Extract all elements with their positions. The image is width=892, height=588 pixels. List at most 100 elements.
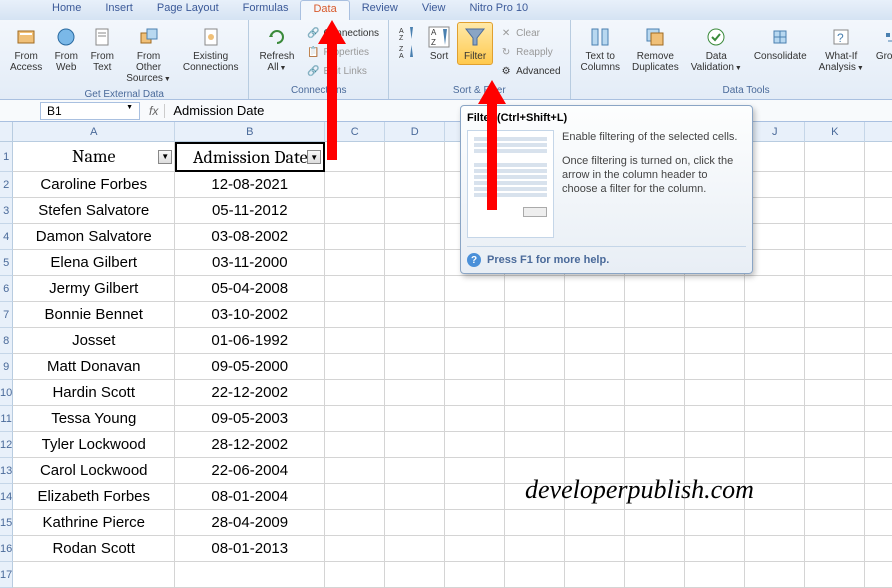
cell[interactable] (565, 380, 625, 406)
cell[interactable]: 12-08-2021 (175, 172, 325, 198)
cell[interactable]: Matt Donavan (13, 354, 175, 380)
row-header[interactable]: 2 (0, 172, 13, 198)
cell[interactable] (385, 562, 445, 588)
cell[interactable] (745, 302, 805, 328)
cell[interactable] (325, 354, 385, 380)
cell[interactable] (805, 432, 865, 458)
cell[interactable] (745, 328, 805, 354)
cell[interactable]: Kathrine Pierce (13, 510, 175, 536)
tab-page-layout[interactable]: Page Layout (145, 0, 231, 20)
cell[interactable] (865, 354, 892, 380)
cell[interactable] (805, 224, 865, 250)
cell[interactable] (385, 484, 445, 510)
cell[interactable] (505, 380, 565, 406)
cell[interactable] (625, 380, 685, 406)
from-text-button[interactable]: From Text (84, 22, 120, 76)
cell[interactable] (745, 172, 805, 198)
cell[interactable] (385, 172, 445, 198)
cell[interactable]: Admission Date▼ (175, 142, 325, 172)
cell[interactable] (865, 380, 892, 406)
cell[interactable] (565, 406, 625, 432)
cell[interactable] (385, 302, 445, 328)
text-to-columns-button[interactable]: Text to Columns (575, 22, 626, 76)
cell[interactable] (745, 458, 805, 484)
cell[interactable] (385, 510, 445, 536)
cell[interactable] (745, 354, 805, 380)
cell[interactable] (745, 276, 805, 302)
column-header[interactable]: A (13, 122, 175, 142)
cell[interactable] (625, 276, 685, 302)
cell[interactable] (685, 276, 745, 302)
cell[interactable] (865, 484, 892, 510)
row-header[interactable]: 12 (0, 432, 13, 458)
cell[interactable] (445, 432, 505, 458)
cell[interactable] (325, 302, 385, 328)
row-header[interactable]: 10 (0, 380, 13, 406)
formula-content[interactable]: Admission Date (165, 103, 272, 118)
row-header[interactable]: 17 (0, 562, 13, 588)
cell[interactable] (865, 276, 892, 302)
cell[interactable] (325, 276, 385, 302)
tab-view[interactable]: View (410, 0, 458, 20)
row-header[interactable]: 14 (0, 484, 13, 510)
cell[interactable]: Caroline Forbes (13, 172, 175, 198)
cell[interactable]: Elena Gilbert (13, 250, 175, 276)
row-header[interactable]: 5 (0, 250, 13, 276)
cell[interactable] (565, 276, 625, 302)
cell[interactable] (325, 484, 385, 510)
cell[interactable] (13, 562, 175, 588)
cell[interactable] (745, 510, 805, 536)
cell[interactable] (625, 510, 685, 536)
cell[interactable] (325, 172, 385, 198)
name-box[interactable]: B1▼ (40, 102, 140, 120)
row-header[interactable]: 16 (0, 536, 13, 562)
cell[interactable] (865, 198, 892, 224)
cell[interactable] (685, 380, 745, 406)
column-header[interactable]: J (745, 122, 805, 142)
cell[interactable] (445, 354, 505, 380)
clear-filter-button[interactable]: ✕Clear (495, 24, 563, 42)
row-header[interactable]: 8 (0, 328, 13, 354)
cell[interactable] (385, 142, 445, 172)
cell[interactable] (805, 302, 865, 328)
cell[interactable] (805, 406, 865, 432)
cell[interactable]: Bonnie Bennet (13, 302, 175, 328)
cell[interactable] (745, 142, 805, 172)
cell[interactable] (865, 142, 892, 172)
cell[interactable] (445, 380, 505, 406)
row-header[interactable]: 7 (0, 302, 13, 328)
cell[interactable] (865, 406, 892, 432)
cell[interactable] (805, 458, 865, 484)
column-header[interactable]: D (385, 122, 445, 142)
cell[interactable]: Elizabeth Forbes (13, 484, 175, 510)
cell[interactable] (565, 536, 625, 562)
cell[interactable] (625, 562, 685, 588)
cell[interactable] (325, 432, 385, 458)
cell[interactable]: 03-10-2002 (175, 302, 325, 328)
cell[interactable] (325, 510, 385, 536)
cell[interactable] (625, 536, 685, 562)
cell[interactable] (565, 328, 625, 354)
cell[interactable] (175, 562, 325, 588)
cell[interactable] (385, 250, 445, 276)
cell[interactable]: Name▼ (13, 142, 175, 172)
tab-data[interactable]: Data (300, 0, 349, 20)
cell[interactable] (805, 250, 865, 276)
cell[interactable] (865, 328, 892, 354)
cell[interactable]: 05-11-2012 (175, 198, 325, 224)
cell[interactable] (685, 406, 745, 432)
cell[interactable]: 03-11-2000 (175, 250, 325, 276)
cell[interactable] (445, 562, 505, 588)
cell[interactable]: 01-06-1992 (175, 328, 325, 354)
cell[interactable] (505, 536, 565, 562)
from-access-button[interactable]: From Access (4, 22, 48, 76)
cell[interactable] (805, 510, 865, 536)
cell[interactable]: Josset (13, 328, 175, 354)
cell[interactable]: Carol Lockwood (13, 458, 175, 484)
cell[interactable] (805, 328, 865, 354)
cell[interactable] (625, 432, 685, 458)
cell[interactable] (805, 172, 865, 198)
cell[interactable] (865, 536, 892, 562)
sort-asc-button[interactable]: AZ (395, 24, 419, 42)
cell[interactable] (385, 328, 445, 354)
